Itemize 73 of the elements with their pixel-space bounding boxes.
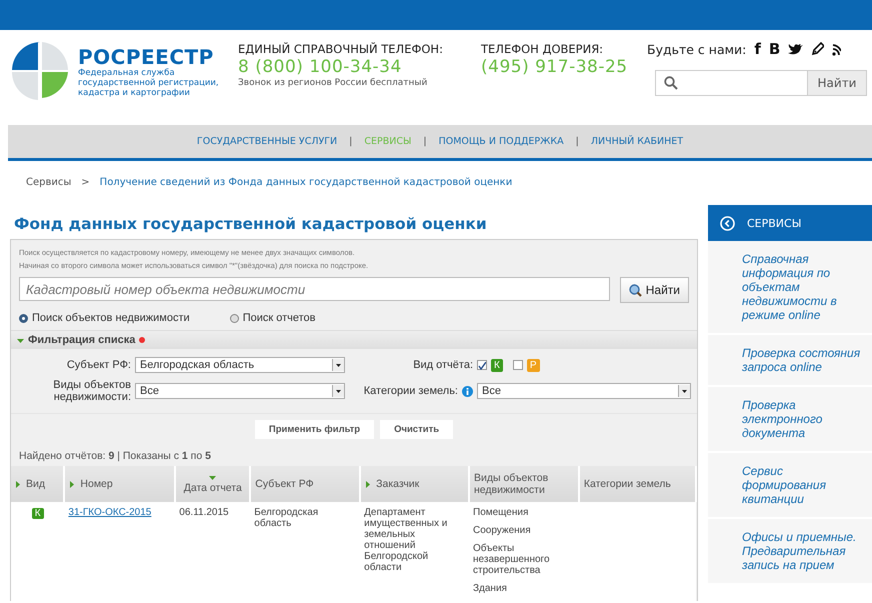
field-label: Вид отчёта: — [412, 359, 473, 371]
search-mode-radio[interactable]: Поиск отчетов — [230, 312, 316, 324]
info-icon[interactable] — [462, 386, 473, 396]
land-category-select[interactable]: Все — [477, 383, 691, 399]
object-types-select[interactable]: Все — [135, 383, 345, 399]
column-header[interactable]: Вид — [11, 466, 64, 502]
pencil-icon[interactable] — [811, 42, 824, 56]
table-cell: Белгородская область — [254, 507, 318, 529]
logo-title: РОСРЕЕСТР — [78, 46, 215, 68]
sidebar-header[interactable]: СЕРВИСЫ — [708, 205, 872, 241]
filter-button[interactable]: Очистить — [380, 420, 454, 439]
report-type-badge: К — [32, 508, 44, 519]
phone-label: ЕДИНЫЙ СПРАВОЧНЫЙ ТЕЛЕФОН: — [238, 42, 444, 56]
social-link[interactable]: B — [768, 40, 780, 58]
report-number-link[interactable]: 31-ГКО-ОКС-2015 — [68, 507, 152, 518]
sidebar-link[interactable]: Офисы и приемные. Предварительная запись на прием — [708, 519, 872, 585]
required-dot — [139, 337, 146, 343]
column-header[interactable]: Категории земель — [578, 466, 696, 502]
column-header[interactable]: Дата отчета — [175, 466, 250, 502]
field-label: Субъект РФ: — [66, 359, 131, 371]
sidebar-link[interactable]: Справочная информация по объектам недвижимости в режиме online — [708, 241, 872, 335]
checkbox[interactable] — [512, 360, 523, 370]
nav-separator: | — [576, 136, 579, 147]
logo-icon — [10, 40, 70, 102]
object-type: Здания — [473, 583, 508, 594]
sidebar-link[interactable]: Проверка электронного документа — [708, 387, 872, 453]
magnifier-icon — [628, 284, 642, 296]
filter-button[interactable]: Применить фильтр — [254, 420, 374, 439]
nav-link[interactable]: ГОСУДАРСТВЕННЫЕ УСЛУГИ — [196, 136, 338, 147]
report-type-badge: Р — [526, 358, 540, 372]
field-label: Категории земель: — [364, 385, 458, 397]
field-label: Виды объектов недвижимости: — [52, 379, 131, 403]
back-icon — [720, 216, 735, 230]
logo-subtitle: Федеральная служба государственной регистрации, кадастра и картографии — [78, 68, 220, 98]
sidebar-link[interactable]: Проверка состояния запроса online — [708, 335, 872, 387]
object-type: Помещения — [473, 507, 530, 518]
nav-link[interactable]: ЛИЧНЫЙ КАБИНЕТ — [590, 136, 684, 147]
social-link[interactable]: f — [754, 40, 761, 58]
results-summary: Найдено отчётов: 9 | Показаны с 1 по 5 — [18, 449, 212, 464]
phone-label: ТЕЛЕФОН ДОВЕРИЯ: — [481, 42, 604, 56]
object-type: Объекты незавершенного строительства — [473, 543, 551, 576]
breadcrumb-link[interactable]: Сервисы — [26, 177, 72, 199]
report-type-badge: К — [491, 358, 503, 372]
nav-link[interactable]: ПОМОЩЬ И ПОДДЕРЖКА — [438, 136, 564, 147]
table-cell: 06.11.2015 — [179, 507, 229, 518]
phone-number: 8 (800) 100-34-34 — [238, 56, 403, 78]
column-header[interactable]: Субъект РФ — [250, 466, 360, 502]
checkbox[interactable] — [477, 360, 487, 370]
cadastral-number-field[interactable]: Кадастровый номер объекта недвижимости — [19, 277, 610, 301]
search-icon — [664, 76, 678, 90]
bird-icon[interactable] — [788, 42, 804, 56]
search-field[interactable] — [655, 70, 807, 96]
column-header[interactable]: Номер — [64, 466, 176, 502]
breadcrumb-separator: > — [81, 177, 90, 190]
search-mode-radio[interactable]: Поиск объектов недвижимости — [19, 312, 190, 324]
check-icon — [478, 362, 486, 370]
filter-header[interactable]: Фильтрация списка — [11, 330, 697, 349]
sidebar-link[interactable]: Сервис формирования квитанции — [708, 453, 872, 519]
subject-select[interactable]: Белгородская область — [135, 357, 345, 373]
phone-number: (495) 917-38-25 — [481, 56, 629, 78]
search-button[interactable]: Найти — [807, 70, 867, 96]
table-cell: Департамент имущественных и земельных отношений Белгородской области — [364, 507, 448, 573]
rss-icon[interactable] — [832, 42, 842, 56]
column-header[interactable]: Виды объектов недвижимости — [469, 466, 579, 502]
social-label: Будьте с нами: — [647, 42, 746, 56]
find-button[interactable]: Найти — [620, 277, 689, 303]
object-type: Сооружения — [473, 525, 532, 536]
page-title: Фонд данных государственной кадастровой оценки — [14, 215, 488, 233]
nav-separator: | — [349, 136, 352, 147]
nav-separator: | — [423, 136, 427, 147]
phone-note: Звонок из регионов России бесплатный — [238, 78, 428, 88]
breadcrumb-link[interactable]: Получение сведений из Фонда данных государственной кадастровой оценки — [100, 177, 512, 199]
column-header[interactable]: Заказчик — [360, 466, 469, 502]
